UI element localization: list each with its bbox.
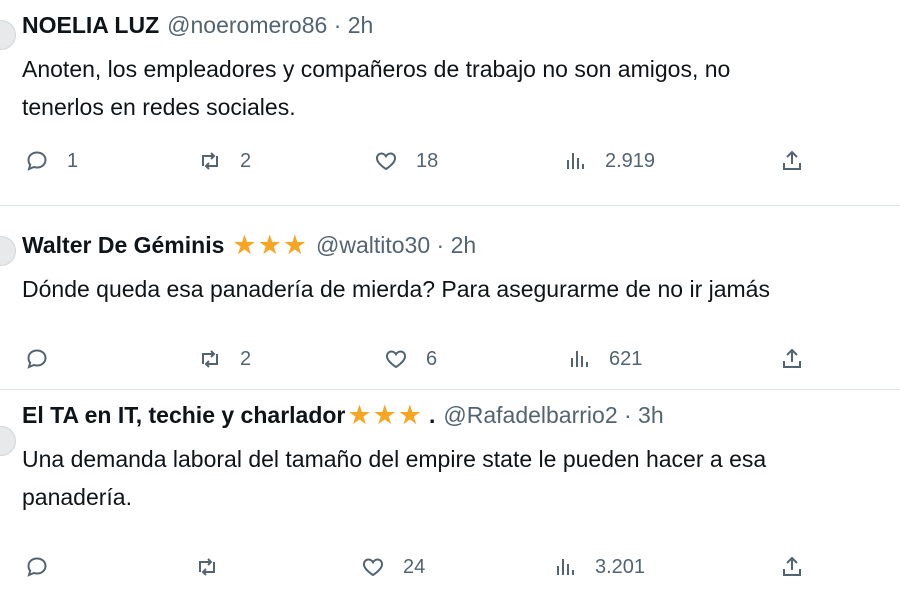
retweet-button[interactable] <box>195 555 237 579</box>
tweet[interactable]: Walter De Géminis ★★★ @waltito30 · 2h Dó… <box>0 206 900 390</box>
views-count: 621 <box>609 347 643 370</box>
share-icon <box>783 556 801 576</box>
tweet-text-line: panadería. <box>22 484 132 510</box>
views-button[interactable]: 2.919 <box>563 149 655 173</box>
heart-icon <box>376 152 396 171</box>
tweet-actions: 2 6 621 <box>0 347 900 377</box>
tweet-actions: 1 2 18 2.919 <box>0 149 900 179</box>
like-button[interactable]: 6 <box>384 347 437 371</box>
tweet-feed: NOELIA LUZ @noeromero86 · 2h Anoten, los… <box>0 0 900 600</box>
tweet-text-line: Dónde queda esa panadería de mierda? Par… <box>22 276 770 302</box>
views-count: 3.201 <box>595 555 646 578</box>
tweet-header: NOELIA LUZ @noeromero86 · 2h <box>22 12 373 39</box>
tweet-header: Walter De Géminis ★★★ @waltito30 · 2h <box>22 232 476 259</box>
views-icon <box>557 559 574 575</box>
like-count: 6 <box>426 347 438 370</box>
retweet-count: 2 <box>240 149 252 172</box>
reply-icon <box>27 151 47 171</box>
like-button[interactable]: 24 <box>361 555 425 579</box>
share-icon <box>783 150 801 170</box>
reply-count: 1 <box>67 149 79 172</box>
retweet-icon <box>202 350 218 368</box>
avatar[interactable] <box>0 236 16 266</box>
reply-button[interactable]: 1 <box>25 149 78 173</box>
tweet-text: Dónde queda esa panadería de mierda? Par… <box>22 270 900 308</box>
views-icon <box>567 153 584 169</box>
tweet-text: Anoten, los empleadores y compañeros de … <box>22 50 900 126</box>
retweet-icon <box>199 558 215 576</box>
avatar[interactable] <box>0 20 16 50</box>
author-name[interactable]: Walter De Géminis <box>22 232 224 259</box>
like-count: 18 <box>416 149 439 172</box>
author-handle-time[interactable]: @waltito30 · 2h <box>316 232 476 259</box>
like-button[interactable]: 18 <box>374 149 438 173</box>
retweet-icon <box>202 152 218 170</box>
share-button[interactable] <box>780 347 804 371</box>
author-name[interactable]: NOELIA LUZ <box>22 12 159 39</box>
star-badge-icon: ★★★ <box>232 230 308 260</box>
author-name[interactable]: El TA en IT, techie y charlador <box>22 402 345 429</box>
retweet-button[interactable]: 2 <box>198 347 251 371</box>
reply-icon <box>27 349 47 369</box>
author-handle-time[interactable]: @noeromero86 · 2h <box>167 12 373 39</box>
star-badge-icon: ★★★ <box>347 400 423 430</box>
retweet-count: 2 <box>240 347 252 370</box>
tweet-text-line: Anoten, los empleadores y compañeros de … <box>22 56 731 82</box>
avatar[interactable] <box>0 426 16 456</box>
views-count: 2.919 <box>605 149 656 172</box>
share-button[interactable] <box>780 149 804 173</box>
views-icon <box>571 351 588 367</box>
author-handle-time[interactable]: @Rafadelbarrio2 · 3h <box>443 402 663 429</box>
tweet[interactable]: El TA en IT, techie y charlador ★★★ . @R… <box>0 390 900 600</box>
reply-button[interactable] <box>25 347 67 371</box>
views-button[interactable]: 621 <box>567 347 642 371</box>
tweet[interactable]: NOELIA LUZ @noeromero86 · 2h Anoten, los… <box>0 0 900 206</box>
tweet-text-line: tenerlos en redes sociales. <box>22 94 296 120</box>
reply-button[interactable] <box>25 555 67 579</box>
share-button[interactable] <box>780 555 804 579</box>
share-icon <box>783 348 801 368</box>
reply-icon <box>27 557 47 577</box>
tweet-header: El TA en IT, techie y charlador ★★★ . @R… <box>22 402 664 429</box>
retweet-button[interactable]: 2 <box>198 149 251 173</box>
like-count: 24 <box>403 555 426 578</box>
tweet-actions: 24 3.201 <box>0 555 900 585</box>
heart-icon <box>363 558 383 577</box>
tweet-text: Una demanda laboral del tamaño del empir… <box>22 440 900 516</box>
heart-icon <box>386 350 406 369</box>
tweet-text-line: Una demanda laboral del tamaño del empir… <box>22 446 767 472</box>
views-button[interactable]: 3.201 <box>553 555 645 579</box>
name-suffix: . <box>429 402 436 428</box>
